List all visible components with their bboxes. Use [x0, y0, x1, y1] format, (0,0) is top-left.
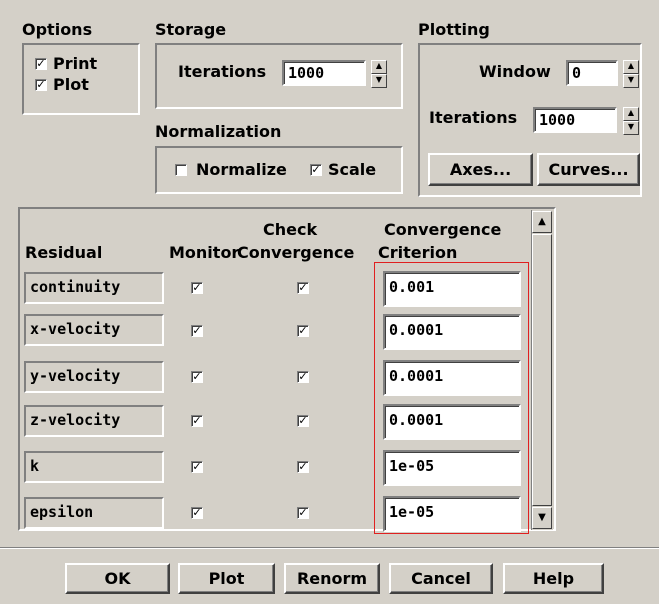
row-name-k: k [24, 451, 164, 483]
spin-up-icon[interactable]: ▲ [623, 60, 639, 74]
row-check-convergence-checkbox[interactable] [297, 325, 309, 337]
check-header-line2: Convergence [237, 243, 355, 262]
row-monitor-checkbox[interactable] [191, 325, 203, 337]
plot-button[interactable]: Plot [178, 563, 275, 594]
scale-checkbox[interactable] [310, 164, 322, 176]
plotting-window-field[interactable]: 0 [566, 60, 618, 86]
storage-title: Storage [155, 20, 227, 39]
storage-iterations-label: Iterations [178, 62, 267, 81]
normalize-checkbox[interactable] [175, 164, 187, 176]
scroll-down-icon[interactable]: ▼ [532, 507, 552, 529]
normalization-title: Normalization [155, 122, 282, 141]
plotting-window-spinner[interactable]: ▲ ▼ [623, 60, 639, 88]
separator [0, 547, 659, 549]
check-header-line1: Check [263, 220, 318, 239]
row-check-convergence-checkbox[interactable] [297, 371, 309, 383]
options-title: Options [22, 20, 93, 39]
spin-down-icon[interactable]: ▼ [371, 74, 387, 88]
print-label: Print [53, 54, 98, 73]
row-monitor-checkbox[interactable] [191, 507, 203, 519]
row-name-y-velocity: y-velocity [24, 361, 164, 393]
criterion-header-line2: Criterion [378, 243, 458, 262]
row-name-continuity: continuity [24, 272, 164, 304]
criterion-highlight-box [374, 262, 529, 534]
plotting-iterations-field[interactable]: 1000 [533, 107, 617, 133]
plotting-iterations-label: Iterations [429, 108, 518, 127]
scale-label: Scale [328, 160, 377, 179]
print-checkbox[interactable] [35, 58, 47, 70]
row-monitor-checkbox[interactable] [191, 461, 203, 473]
row-check-convergence-checkbox[interactable] [297, 507, 309, 519]
spin-down-icon[interactable]: ▼ [623, 74, 639, 88]
residual-header: Residual [25, 243, 103, 262]
ok-button[interactable]: OK [65, 563, 170, 594]
monitor-header: Monitor [169, 243, 240, 262]
row-monitor-checkbox[interactable] [191, 415, 203, 427]
cancel-button[interactable]: Cancel [389, 563, 493, 594]
row-name-x-velocity: x-velocity [24, 314, 164, 346]
row-name-z-velocity: z-velocity [24, 405, 164, 437]
curves-button[interactable]: Curves... [537, 153, 640, 186]
renorm-button[interactable]: Renorm [284, 563, 380, 594]
row-name-epsilon: epsilon [24, 497, 164, 529]
normalize-label: Normalize [196, 160, 287, 179]
row-check-convergence-checkbox[interactable] [297, 461, 309, 473]
row-check-convergence-checkbox[interactable] [297, 415, 309, 427]
row-monitor-checkbox[interactable] [191, 371, 203, 383]
axes-button[interactable]: Axes... [428, 153, 533, 186]
row-monitor-checkbox[interactable] [191, 282, 203, 294]
row-check-convergence-checkbox[interactable] [297, 282, 309, 294]
spin-up-icon[interactable]: ▲ [371, 60, 387, 74]
scroll-thumb[interactable] [532, 234, 552, 506]
plotting-window-label: Window [479, 62, 551, 81]
plotting-iterations-spinner[interactable]: ▲ ▼ [623, 107, 639, 135]
plot-label: Plot [53, 75, 89, 94]
criterion-header-line1: Convergence [384, 220, 502, 239]
plot-checkbox[interactable] [35, 79, 47, 91]
spin-up-icon[interactable]: ▲ [623, 107, 639, 121]
help-button[interactable]: Help [503, 563, 604, 594]
storage-iterations-field[interactable]: 1000 [282, 60, 366, 86]
spin-down-icon[interactable]: ▼ [623, 121, 639, 135]
scroll-up-icon[interactable]: ▲ [532, 211, 552, 233]
plotting-title: Plotting [418, 20, 490, 39]
storage-iterations-spinner[interactable]: ▲ ▼ [371, 60, 387, 88]
